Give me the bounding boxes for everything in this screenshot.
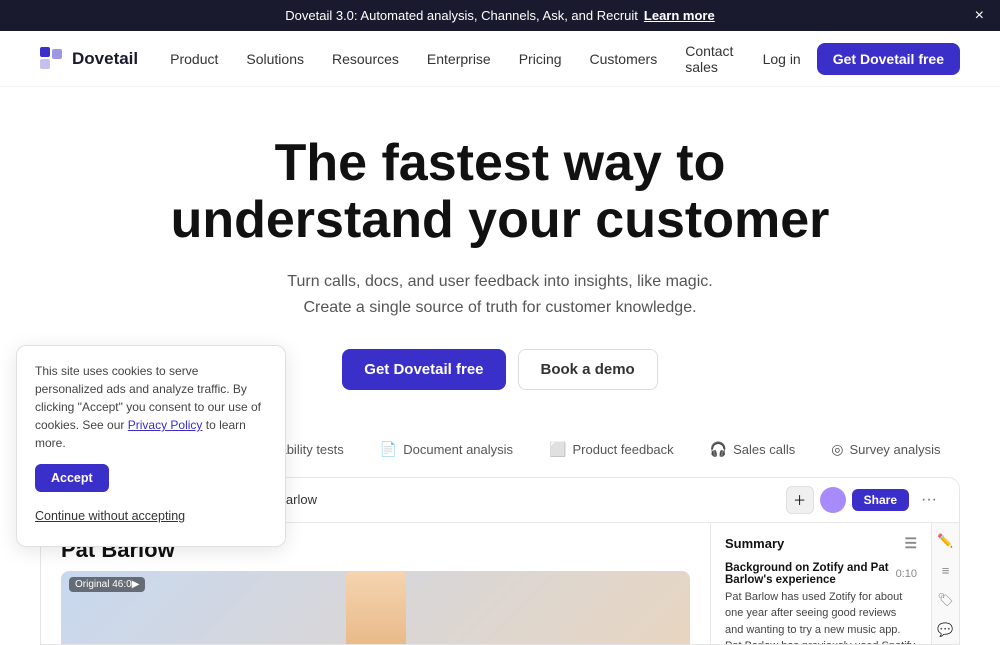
hero-heading: The fastest way to understand your custo… xyxy=(150,135,850,249)
more-options-button[interactable]: ··· xyxy=(915,489,943,511)
share-button[interactable]: Share xyxy=(852,489,909,511)
summary-title-text: Summary xyxy=(725,536,784,551)
announcement-close-button[interactable]: × xyxy=(975,8,984,24)
hero-subtitle-line1: Turn calls, docs, and user feedback into… xyxy=(287,273,712,290)
summary-list-icon: ☰ xyxy=(904,535,917,552)
announcement-text: Dovetail 3.0: Automated analysis, Channe… xyxy=(285,8,638,23)
nav-customers[interactable]: Customers xyxy=(590,51,658,67)
nav-product[interactable]: Product xyxy=(170,51,218,67)
user-avatar-button[interactable] xyxy=(820,487,846,513)
sidebar-icon-1[interactable]: ✏️ xyxy=(937,533,953,549)
logo[interactable]: Dovetail xyxy=(40,47,138,71)
tab-survey-analysis[interactable]: ◎ Survey analysis xyxy=(817,434,954,465)
video-thumbnail[interactable]: Original 46:0▶ xyxy=(61,571,690,644)
nav-actions: Log in Get Dovetail free xyxy=(763,43,960,75)
hero-subtitle: Turn calls, docs, and user feedback into… xyxy=(270,269,730,320)
nav-resources[interactable]: Resources xyxy=(332,51,399,67)
hero-demo-button[interactable]: Book a demo xyxy=(518,349,658,390)
summary-panel: Summary ☰ Background on Zotify and Pat B… xyxy=(711,523,931,644)
sidebar-icon-3[interactable]: 🏷 xyxy=(937,592,954,608)
nav-links: Product Solutions Resources Enterprise P… xyxy=(170,43,762,75)
sidebar-icon-2[interactable]: ≡ xyxy=(942,563,950,578)
nav-cta-button[interactable]: Get Dovetail free xyxy=(817,43,960,75)
cookie-buttons: Accept Continue without accepting xyxy=(35,464,267,530)
cookie-text: This site uses cookies to serve personal… xyxy=(35,362,267,452)
add-icon-button[interactable]: ＋ xyxy=(786,486,814,514)
toolbar-actions: ＋ Share ··· xyxy=(786,486,943,514)
cookie-accept-button[interactable]: Accept xyxy=(35,464,109,492)
summary-title: Summary ☰ xyxy=(725,535,917,552)
summary-sidebar: ✏️ ≡ 🏷 💬 xyxy=(931,523,959,644)
nav-contact-sales[interactable]: Contact sales xyxy=(685,43,762,75)
tab-icon-product: ⬜ xyxy=(549,441,566,458)
video-person xyxy=(346,571,406,644)
summary-item-time: 0:10 xyxy=(896,568,917,580)
tab-label-document: Document analysis xyxy=(403,442,513,457)
tab-document-analysis[interactable]: 📄 Document analysis xyxy=(366,434,527,465)
summary-item-header: Background on Zotify and Pat Barlow's ex… xyxy=(725,562,917,586)
logo-icon xyxy=(40,47,64,71)
nav-enterprise[interactable]: Enterprise xyxy=(427,51,491,67)
tab-icon-sales: 🎧 xyxy=(710,441,727,458)
summary-item: Background on Zotify and Pat Barlow's ex… xyxy=(725,562,917,644)
announcement-link[interactable]: Learn more xyxy=(644,8,715,23)
hero-subtitle-line2: Create a single source of truth for cust… xyxy=(303,299,696,316)
tab-sales-calls[interactable]: 🎧 Sales calls xyxy=(696,434,810,465)
tab-label-sales: Sales calls xyxy=(733,442,795,457)
summary-item-title: Background on Zotify and Pat Barlow's ex… xyxy=(725,562,896,586)
nav-pricing[interactable]: Pricing xyxy=(519,51,562,67)
tab-icon-document: 📄 xyxy=(380,441,397,458)
hero-cta-button[interactable]: Get Dovetail free xyxy=(342,349,505,390)
logo-text: Dovetail xyxy=(72,49,138,69)
login-button[interactable]: Log in xyxy=(763,51,801,67)
tab-icon-survey: ◎ xyxy=(831,441,843,458)
video-badge: Original 46:0▶ xyxy=(69,577,145,592)
cookie-banner: This site uses cookies to serve personal… xyxy=(16,345,286,547)
tab-product-feedback[interactable]: ⬜ Product feedback xyxy=(535,434,688,465)
cookie-decline-button[interactable]: Continue without accepting xyxy=(35,502,185,530)
summary-item-text: Pat Barlow has used Zotify for about one… xyxy=(725,589,917,644)
tab-label-survey: Survey analysis xyxy=(849,442,940,457)
navbar: Dovetail Product Solutions Resources Ent… xyxy=(0,31,1000,87)
nav-solutions[interactable]: Solutions xyxy=(246,51,304,67)
privacy-policy-link[interactable]: Privacy Policy xyxy=(128,418,203,432)
sidebar-icon-4[interactable]: 💬 xyxy=(937,622,953,638)
announcement-bar: Dovetail 3.0: Automated analysis, Channe… xyxy=(0,0,1000,31)
tab-label-product: Product feedback xyxy=(572,442,673,457)
hero-heading-line1: The fastest way to xyxy=(275,134,726,192)
hero-heading-line2: understand your customer xyxy=(171,191,830,249)
